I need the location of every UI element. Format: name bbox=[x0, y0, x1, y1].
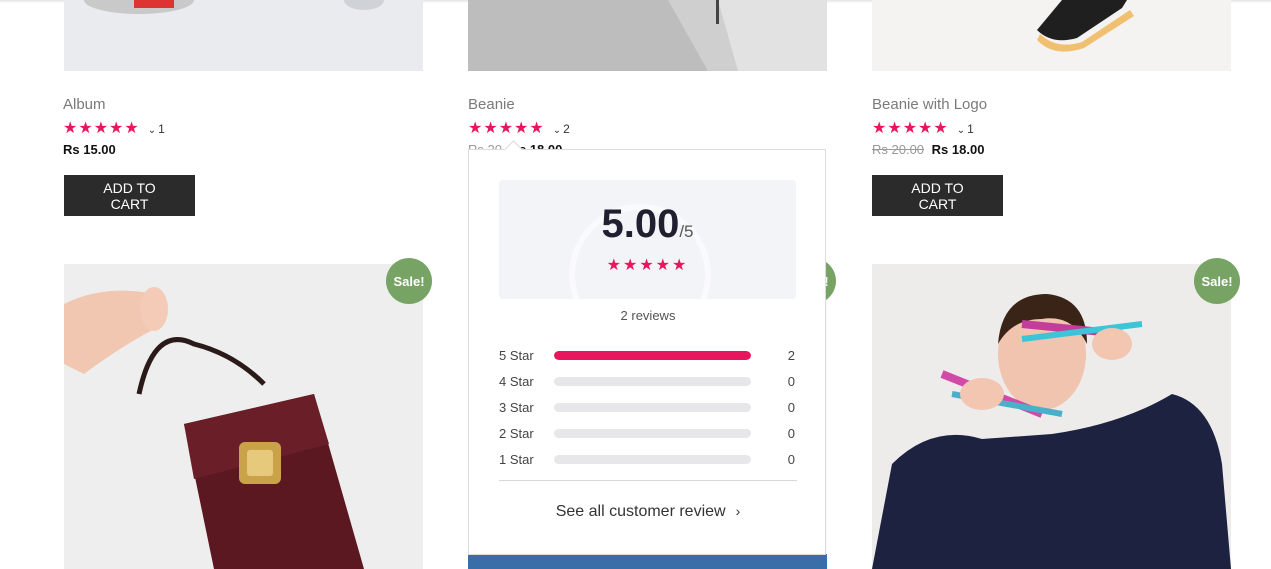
see-all-reviews-label: See all customer review bbox=[555, 503, 726, 520]
product-image-brushes[interactable] bbox=[872, 264, 1231, 569]
rating-count[interactable]: ⌄ 2 bbox=[553, 122, 570, 136]
product-image-handbag[interactable] bbox=[64, 264, 423, 569]
rating-stars: ★★★★★ bbox=[872, 120, 949, 137]
sneaker-image-art bbox=[1037, 0, 1134, 52]
product-rating[interactable]: ★★★★★ ⌄ 2 bbox=[468, 121, 570, 137]
average-score-value: 5.00 bbox=[601, 202, 680, 246]
rating-row-4[interactable]: 4 Star 0 bbox=[499, 368, 797, 394]
rating-row-label: 1 Star bbox=[499, 451, 534, 467]
rating-stars: ★★★★★ bbox=[63, 120, 140, 137]
chevron-right-icon: › bbox=[735, 503, 741, 519]
beanie-image-art bbox=[468, 0, 827, 71]
rating-summary-popup: 5.00/5 ★★★★★ 2 reviews 5 Star 2 4 Star 0… bbox=[468, 140, 827, 555]
rating-row-count: 0 bbox=[787, 373, 795, 389]
rating-count-value: 1 bbox=[967, 122, 974, 136]
product-image-beanie-with-logo[interactable] bbox=[872, 0, 1231, 71]
rating-count[interactable]: ⌄ 1 bbox=[148, 122, 165, 136]
rating-row-count: 0 bbox=[787, 399, 795, 415]
rating-bar-track bbox=[554, 350, 751, 360]
product-price: Rs 15.00 bbox=[63, 142, 116, 157]
product-title[interactable]: Album bbox=[63, 96, 106, 113]
rating-row-label: 4 Star bbox=[499, 373, 534, 389]
rating-row-count: 0 bbox=[787, 451, 795, 467]
rating-row-label: 3 Star bbox=[499, 399, 534, 415]
rating-count-value: 1 bbox=[158, 122, 165, 136]
popup-divider bbox=[499, 480, 797, 481]
price-current: Rs 15.00 bbox=[63, 142, 116, 157]
sale-badge: Sale! bbox=[386, 258, 432, 304]
product-image-beanie[interactable] bbox=[468, 0, 827, 71]
chevron-down-icon: ⌄ bbox=[147, 125, 157, 136]
product-title[interactable]: Beanie with Logo bbox=[872, 96, 987, 113]
rating-bar-fill bbox=[554, 350, 751, 360]
reviews-count: 2 reviews bbox=[620, 308, 676, 323]
rating-bar-track bbox=[554, 428, 751, 438]
chevron-down-icon: ⌄ bbox=[956, 125, 966, 136]
rating-row-3[interactable]: 3 Star 0 bbox=[499, 394, 797, 420]
brushes-image-art bbox=[872, 264, 1231, 569]
product-rating[interactable]: ★★★★★ ⌄ 1 bbox=[872, 121, 974, 137]
rating-bar-track bbox=[554, 402, 751, 412]
chevron-down-icon: ⌄ bbox=[552, 125, 562, 136]
average-score-box: 5.00/5 ★★★★★ bbox=[499, 180, 796, 299]
add-to-cart-button[interactable]: ADD TO CART bbox=[64, 175, 195, 216]
handbag-image-art bbox=[64, 264, 423, 569]
price-old: Rs 20.00 bbox=[872, 142, 925, 157]
average-score-stars: ★★★★★ bbox=[606, 257, 689, 274]
rating-row-1[interactable]: 1 Star 0 bbox=[499, 446, 797, 472]
sale-badge: Sale! bbox=[1194, 258, 1240, 304]
rating-count-value: 2 bbox=[563, 122, 570, 136]
rating-bar-track bbox=[554, 376, 751, 386]
rating-row-count: 0 bbox=[787, 425, 795, 441]
average-score-max: /5 bbox=[679, 222, 694, 241]
rating-row-count: 2 bbox=[787, 347, 795, 363]
rating-stars: ★★★★★ bbox=[468, 120, 545, 137]
product-price: Rs 20.00 Rs 18.00 bbox=[872, 142, 984, 157]
rating-row-label: 5 Star bbox=[499, 347, 534, 363]
product-rating[interactable]: ★★★★★ ⌄ 1 bbox=[63, 121, 165, 137]
add-to-cart-button[interactable]: ADD TO CART bbox=[872, 175, 1003, 216]
album-image-art bbox=[84, 0, 384, 14]
rating-row-label: 2 Star bbox=[499, 425, 534, 441]
rating-distribution: 5 Star 2 4 Star 0 3 Star 0 2 Star 0 1 St… bbox=[499, 342, 797, 472]
product-title[interactable]: Beanie bbox=[468, 96, 515, 113]
rating-bar-track bbox=[554, 454, 751, 464]
rating-row-2[interactable]: 2 Star 0 bbox=[499, 420, 797, 446]
rating-row-5[interactable]: 5 Star 2 bbox=[499, 342, 797, 368]
price-current: Rs 18.00 bbox=[931, 142, 985, 157]
average-score: 5.00/5 bbox=[499, 202, 796, 247]
see-all-reviews-link[interactable]: See all customer review › bbox=[469, 502, 827, 522]
rating-count[interactable]: ⌄ 1 bbox=[957, 122, 974, 136]
product-image-album[interactable] bbox=[64, 0, 423, 71]
